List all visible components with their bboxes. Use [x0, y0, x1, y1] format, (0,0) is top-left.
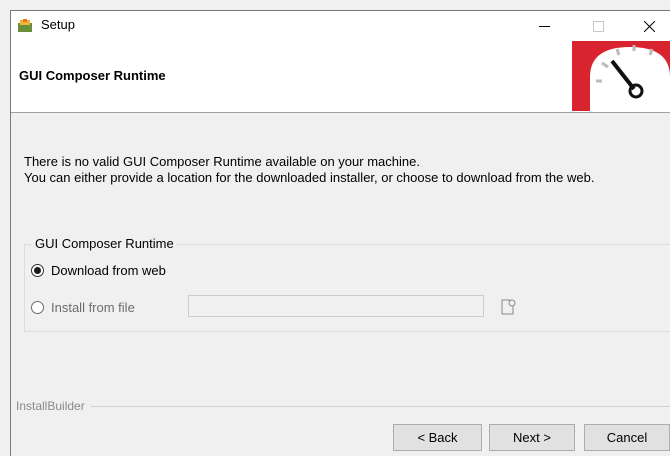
radio-file-indicator[interactable]: [31, 301, 44, 314]
radio-file-label: Install from file: [51, 300, 135, 315]
radio-install-from-file[interactable]: Install from file: [31, 300, 135, 315]
minimize-button[interactable]: [521, 11, 567, 41]
page-title: GUI Composer Runtime: [19, 68, 166, 83]
setup-app-icon: [18, 19, 32, 32]
installer-path-input[interactable]: [188, 295, 484, 317]
window-title: Setup: [41, 17, 75, 32]
runtime-groupbox: [24, 244, 670, 332]
installbuilder-brand: InstallBuilder: [16, 399, 91, 413]
wizard-header: GUI Composer Runtime: [11, 41, 670, 113]
radio-download-from-web[interactable]: Download from web: [31, 263, 166, 278]
back-button[interactable]: < Back: [393, 424, 482, 451]
browse-file-icon[interactable]: [499, 298, 517, 316]
minimize-icon: [538, 25, 550, 27]
maximize-icon: [592, 20, 604, 32]
radio-download-label: Download from web: [51, 263, 166, 278]
description-text: There is no valid GUI Composer Runtime a…: [24, 154, 594, 186]
description-line-2: You can either provide a location for th…: [24, 170, 595, 185]
radio-download-indicator[interactable]: [31, 264, 44, 277]
gauge-logo-icon: [572, 41, 670, 111]
next-button[interactable]: Next >: [489, 424, 575, 451]
title-bar[interactable]: Setup: [11, 11, 670, 41]
cancel-button[interactable]: Cancel: [584, 424, 670, 451]
close-icon: [643, 20, 655, 32]
footer-divider: [16, 406, 670, 407]
maximize-button[interactable]: [575, 11, 621, 41]
groupbox-legend: GUI Composer Runtime: [32, 236, 177, 251]
description-line-1: There is no valid GUI Composer Runtime a…: [24, 154, 420, 169]
close-button[interactable]: [626, 11, 670, 41]
